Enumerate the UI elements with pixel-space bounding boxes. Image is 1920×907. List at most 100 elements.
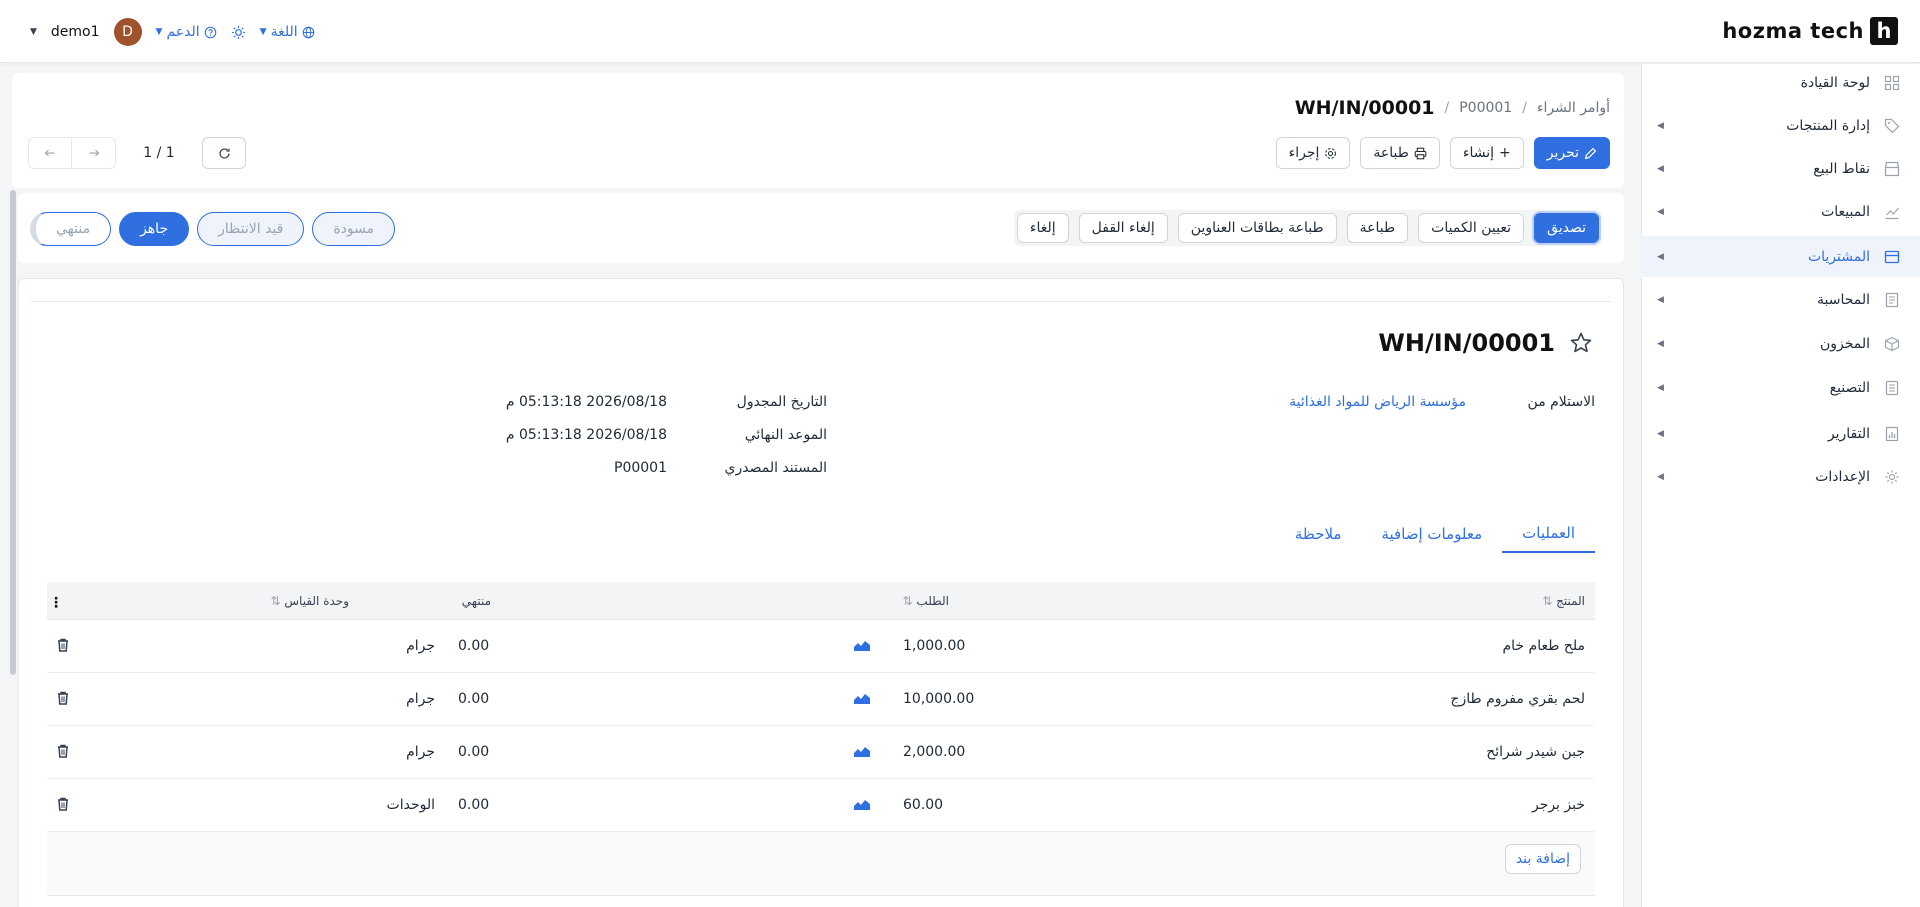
breadcrumb-po[interactable]: P00001 (1459, 100, 1512, 116)
validate-button[interactable]: تصديق (1534, 213, 1599, 243)
table-row[interactable]: لحم بقري مفروم طازج 10,000.00 0.00 جرام (47, 673, 1595, 726)
refresh-button[interactable] (202, 137, 246, 169)
print-label: طباعة (1373, 145, 1409, 161)
product-cell[interactable]: جبن شيدر شرائح (1486, 744, 1585, 760)
sidebar-item-inventory[interactable]: المخزون ◀ (1641, 325, 1920, 363)
sidebar-item-label: لوحة القيادة (1800, 75, 1870, 91)
next-record-button[interactable] (72, 137, 116, 169)
scheduled-date-value[interactable]: 2026/08/18 05:13:18 م (506, 394, 667, 410)
action-button[interactable]: إجراء (1275, 137, 1351, 169)
demand-cell[interactable]: 10,000.00 (903, 691, 974, 707)
stage-done[interactable]: منتهي (30, 212, 112, 246)
column-demand-label: الطلب (916, 594, 949, 608)
user-caret-icon[interactable]: ▼ (30, 27, 37, 37)
user-name[interactable]: demo1 (51, 24, 100, 40)
expand-arrow-icon: ◀ (1657, 251, 1664, 262)
edit-button[interactable]: تحرير (1533, 137, 1610, 169)
deadline-value[interactable]: 2026/08/18 05:13:18 م (506, 427, 667, 443)
forecast-chart-icon[interactable] (854, 745, 870, 757)
product-cell[interactable]: ملح طعام خام (1503, 638, 1586, 654)
brand-logo[interactable]: hozma tech h (1722, 17, 1898, 45)
forecast-chart-icon[interactable] (854, 692, 870, 704)
trash-icon[interactable] (57, 691, 69, 705)
deadline-label: الموعد النهائي (744, 427, 827, 443)
demand-cell[interactable]: 1,000.00 (903, 638, 965, 654)
stage-ready[interactable]: جاهز (119, 212, 190, 246)
unlock-button[interactable]: إلغاء القفل (1078, 213, 1168, 243)
prev-record-button[interactable] (28, 137, 72, 169)
breadcrumb-separator: / (1522, 100, 1527, 116)
sidebar-item-purchases[interactable]: المشتريات ◀ (1641, 236, 1920, 277)
set-quantities-button[interactable]: تعيين الكميات (1418, 213, 1525, 243)
sort-icon: ⇅ (902, 594, 913, 608)
stage-waiting[interactable]: قيد الانتظار (197, 212, 305, 246)
avatar[interactable]: D (113, 18, 142, 46)
control-panel: أوامر الشراء / P00001 / WH/IN/00001 تحري… (12, 73, 1624, 188)
forecast-chart-icon[interactable] (854, 639, 870, 651)
print-labels-button[interactable]: طباعة بطاقات العناوين (1177, 213, 1337, 243)
receive-from-value[interactable]: مؤسسة الرياض للمواد الغذائية (1289, 394, 1466, 410)
column-options-icon[interactable]: ⋮ (49, 595, 63, 611)
column-product[interactable]: المنتج ⇅ (1542, 594, 1585, 608)
sidebar-item-label: نقاط البيع (1813, 161, 1870, 177)
sidebar-item-manufacturing[interactable]: التصنيع ◀ (1641, 369, 1920, 407)
star-icon[interactable] (1569, 331, 1593, 355)
print-button[interactable]: طباعة (1360, 137, 1440, 169)
uom-cell[interactable]: جرام (406, 638, 435, 654)
sun-icon (231, 25, 245, 39)
theme-toggle[interactable] (231, 25, 246, 40)
sidebar-item-pos[interactable]: نقاط البيع ◀ (1641, 150, 1920, 188)
sidebar-item-dashboard[interactable]: لوحة القيادة (1641, 64, 1920, 102)
tab-note[interactable]: ملاحظة (1275, 515, 1362, 553)
source-document-value[interactable]: P00001 (614, 460, 667, 476)
sidebar-item-reports[interactable]: التقارير ◀ (1641, 415, 1920, 453)
stage-tracker: منتهي جاهز قيد الانتظار مسودة (30, 212, 396, 246)
breadcrumb-purchase-orders[interactable]: أوامر الشراء (1537, 100, 1610, 116)
page-scrollbar[interactable] (10, 190, 16, 675)
product-cell[interactable]: لحم بقري مفروم طازج (1450, 691, 1585, 707)
sidebar-item-products[interactable]: إدارة المنتجات ◀ (1641, 107, 1920, 145)
column-done[interactable]: منتهي (462, 594, 491, 608)
done-cell[interactable]: 0.00 (458, 744, 489, 760)
trash-icon[interactable] (57, 797, 69, 811)
print-button[interactable]: طباعة (1346, 213, 1409, 243)
tab-operations[interactable]: العمليات (1502, 515, 1595, 553)
demand-cell[interactable]: 60.00 (903, 797, 943, 813)
expand-arrow-icon: ◀ (1657, 472, 1664, 482)
trash-icon[interactable] (57, 638, 69, 652)
table-row[interactable]: خبز برجر 60.00 0.00 الوحدات (47, 779, 1595, 832)
column-demand[interactable]: الطلب ⇅ (903, 594, 949, 608)
uom-cell[interactable]: الوحدات (387, 797, 435, 813)
refresh-icon (218, 147, 230, 159)
product-cell[interactable]: خبز برجر (1532, 797, 1585, 813)
forecast-chart-icon[interactable] (854, 798, 870, 810)
done-cell[interactable]: 0.00 (458, 797, 489, 813)
sidebar-item-settings[interactable]: الإعدادات ◀ (1641, 458, 1920, 496)
expand-arrow-icon: ◀ (1657, 339, 1664, 349)
cancel-button[interactable]: إلغاء (1016, 213, 1069, 243)
uom-cell[interactable]: جرام (406, 744, 435, 760)
uom-cell[interactable]: جرام (406, 691, 435, 707)
expand-arrow-icon: ◀ (1657, 295, 1664, 305)
done-cell[interactable]: 0.00 (458, 638, 489, 654)
add-line-button[interactable]: إضافة بند (1504, 844, 1581, 874)
demand-cell[interactable]: 2,000.00 (903, 744, 965, 760)
done-cell[interactable]: 0.00 (458, 691, 489, 707)
sidebar-item-accounting[interactable]: المحاسبة ◀ (1641, 281, 1920, 319)
divider (31, 301, 1611, 302)
expand-arrow-icon: ◀ (1657, 121, 1664, 131)
table-row[interactable]: جبن شيدر شرائح 2,000.00 0.00 جرام (47, 726, 1595, 779)
sidebar-item-label: المحاسبة (1816, 292, 1870, 308)
trash-icon[interactable] (57, 744, 69, 758)
support-menu[interactable]: ▼ الدعم (156, 24, 217, 40)
table-row[interactable]: ملح طعام خام 1,000.00 0.00 جرام (47, 620, 1595, 673)
create-button[interactable]: + إنشاء (1449, 137, 1524, 169)
action-toolbar: تحرير + إنشاء طباعة إجراء (1275, 137, 1610, 169)
sidebar-item-sales[interactable]: المبيعات ◀ (1641, 193, 1920, 231)
language-menu[interactable]: ▼ اللغة (260, 24, 315, 40)
column-uom[interactable]: وحدة القياس ⇅ (271, 594, 350, 608)
tag-icon (1884, 118, 1900, 134)
stage-draft[interactable]: مسودة (312, 212, 396, 246)
form-sheet: WH/IN/00001 الاستلام من مؤسسة الرياض للم… (18, 278, 1624, 907)
tab-extra-info[interactable]: معلومات إضافية (1361, 515, 1502, 553)
